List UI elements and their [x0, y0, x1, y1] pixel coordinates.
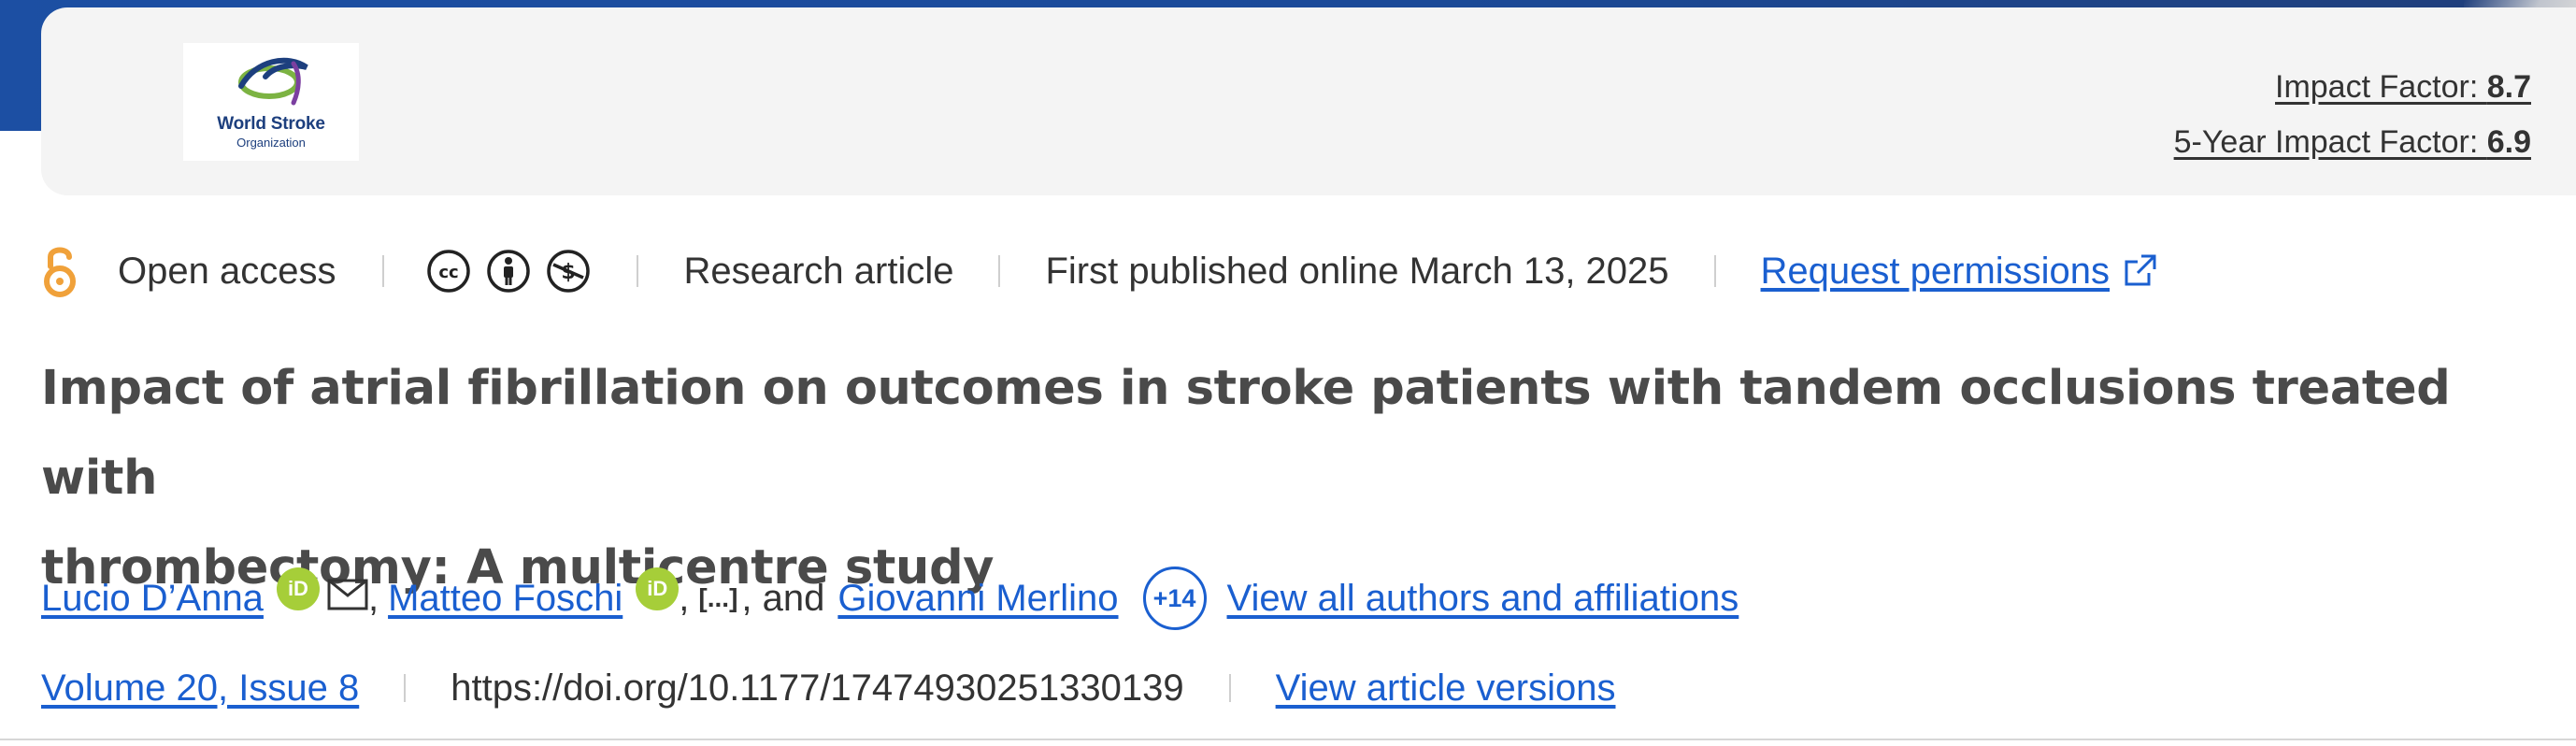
- view-all-authors-link[interactable]: View all authors and affiliations: [1227, 578, 1739, 620]
- publication-date: First published online March 13, 2025: [1045, 250, 1669, 292]
- impact-factor-label: Impact Factor:: [2275, 69, 2487, 105]
- orcid-icon[interactable]: iD: [276, 567, 320, 610]
- request-permissions-link[interactable]: Request permissions: [1761, 251, 2111, 293]
- bottom-divider: [0, 739, 2576, 740]
- five-year-impact-value: 6.9: [2486, 124, 2531, 160]
- article-title-line: Impact of atrial fibrillation on outcome…: [41, 361, 2451, 506]
- cc-icon: cc: [427, 250, 471, 293]
- volume-issue-link[interactable]: Volume 20, Issue 8: [41, 667, 359, 710]
- author-separator: ,: [679, 577, 690, 619]
- license-icons[interactable]: cc $: [425, 248, 592, 294]
- open-access-icon: [44, 247, 76, 297]
- five-year-impact-factor[interactable]: 5-Year Impact Factor: 6.9: [2174, 115, 2531, 170]
- authors-ellipsis: [...]: [698, 583, 738, 612]
- article-type: Research article: [683, 250, 954, 292]
- attribution-icon: [487, 250, 531, 293]
- open-access-label: Open access: [118, 250, 336, 292]
- orcid-icon[interactable]: iD: [636, 567, 680, 610]
- external-link-icon[interactable]: [2121, 252, 2158, 290]
- article-meta-row: Open access cc $ Research article First …: [41, 234, 2158, 308]
- logo-name: World Stroke: [217, 114, 325, 134]
- divider: [382, 255, 385, 287]
- more-authors-badge[interactable]: +14: [1142, 567, 1207, 630]
- logo-subtitle: Organization: [236, 136, 306, 150]
- journal-header: World Stroke Organization Impact Factor:…: [41, 7, 2576, 195]
- world-stroke-logo-icon: [238, 57, 308, 106]
- divider: [404, 674, 407, 702]
- author-link[interactable]: Matteo Foschi: [388, 578, 623, 620]
- volume-row: Volume 20, Issue 8 https://doi.org/10.11…: [41, 651, 1615, 725]
- divider: [1228, 674, 1231, 702]
- author-separator: ,: [367, 577, 379, 619]
- divider: [637, 255, 639, 287]
- impact-factor-value: 8.7: [2486, 69, 2531, 105]
- divider: [1713, 255, 1716, 287]
- email-icon[interactable]: [327, 579, 368, 610]
- doi-text[interactable]: https://doi.org/10.1177/1747493025133013…: [451, 667, 1183, 710]
- noncommercial-icon: $: [547, 250, 591, 293]
- five-year-impact-label: 5-Year Impact Factor:: [2173, 124, 2487, 160]
- article-versions-link[interactable]: View article versions: [1276, 667, 1616, 710]
- impact-factor[interactable]: Impact Factor: 8.7: [2174, 60, 2531, 115]
- impact-factors: Impact Factor: 8.7 5-Year Impact Factor:…: [2174, 60, 2531, 170]
- author-link[interactable]: Lucio D’Anna: [41, 578, 264, 620]
- authors-and: , and: [741, 577, 825, 619]
- journal-logo[interactable]: World Stroke Organization: [183, 43, 359, 161]
- divider: [998, 255, 1001, 287]
- author-link[interactable]: Giovanni Merlino: [837, 578, 1118, 620]
- author-list: Lucio D’Anna iD , Matteo Foschi iD , [..…: [41, 561, 1739, 636]
- svg-text:cc: cc: [439, 263, 459, 282]
